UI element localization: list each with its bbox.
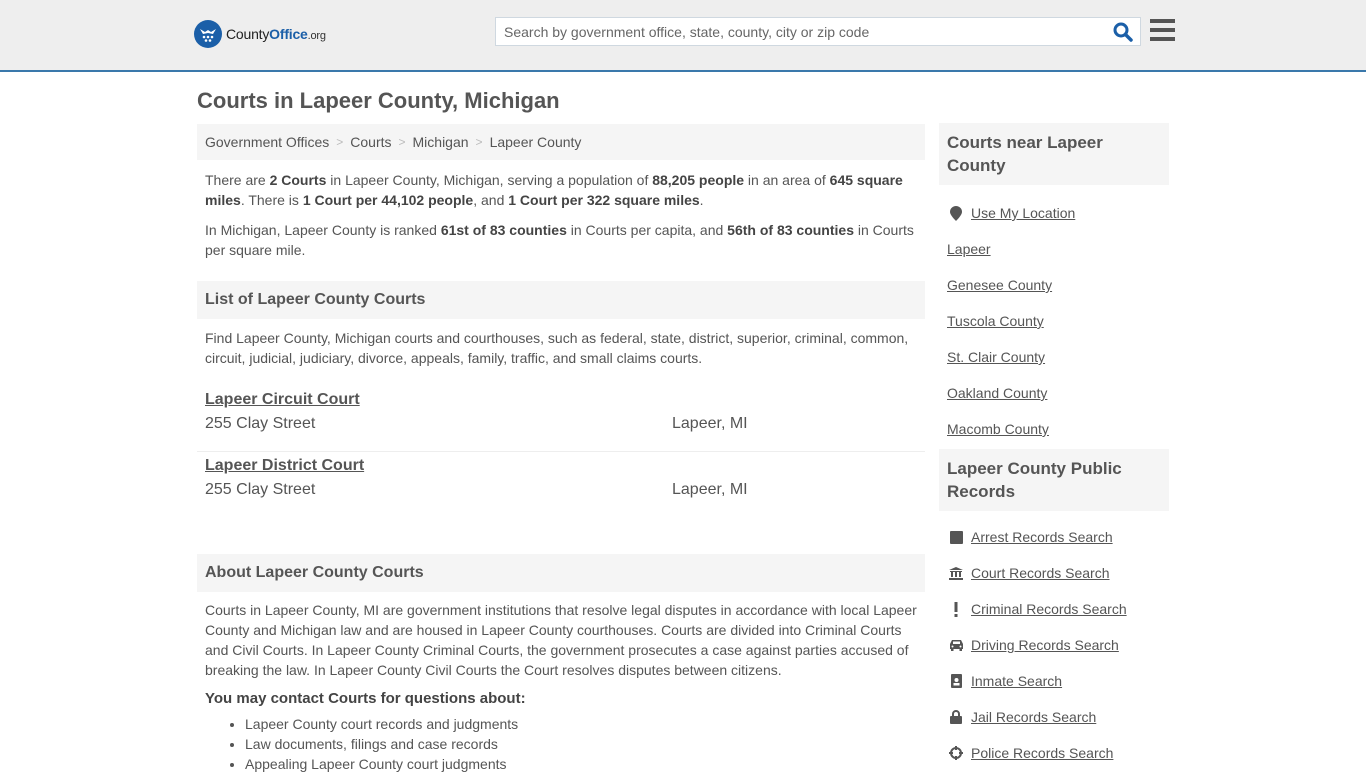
court-name-link[interactable]: Lapeer District Court — [205, 457, 364, 475]
court-address: 255 Clay Street — [205, 481, 316, 498]
breadcrumb: Government Offices > Courts > Michigan >… — [197, 124, 925, 160]
exclamation-icon — [947, 601, 965, 617]
main-content: Government Offices > Courts > Michigan >… — [197, 124, 925, 774]
breadcrumb-government-offices[interactable]: Government Offices — [205, 134, 329, 150]
court-name-link[interactable]: Lapeer Circuit Court — [205, 391, 360, 409]
site-header: CountyOffice.org — [0, 0, 1366, 72]
arrest-records-link[interactable]: Arrest Records Search — [971, 529, 1113, 545]
near-link-macomb-county[interactable]: Macomb County — [947, 421, 1049, 437]
near-link-genesee-county[interactable]: Genesee County — [947, 277, 1052, 293]
logo-text: CountyOffice.org — [226, 26, 326, 42]
record-item: Police Records Search — [939, 735, 1169, 771]
court-city: Lapeer, MI — [672, 415, 748, 432]
public-records-heading: Lapeer County Public Records — [939, 449, 1169, 511]
record-item: Court Records Search — [939, 555, 1169, 591]
near-item: St. Clair County — [939, 339, 1169, 375]
about-text: Courts in Lapeer County, MI are governme… — [205, 602, 917, 678]
near-item: Oakland County — [939, 375, 1169, 411]
contact-heading: You may contact Courts for questions abo… — [205, 690, 526, 707]
contact-item: Law documents, filings and case records — [245, 734, 925, 754]
court-address: 255 Clay Street — [205, 415, 316, 432]
criminal-records-link[interactable]: Criminal Records Search — [971, 601, 1127, 617]
contact-item: Appealing Lapeer County court judgments — [245, 754, 925, 774]
court-records-link[interactable]: Court Records Search — [971, 565, 1110, 581]
search-icon — [1113, 22, 1133, 42]
sidebar: Courts near Lapeer County Use My Locatio… — [939, 123, 1169, 771]
use-my-location-link[interactable]: Use My Location — [971, 205, 1075, 221]
breadcrumb-lapeer-county[interactable]: Lapeer County — [490, 134, 582, 150]
courthouse-icon — [947, 565, 965, 581]
summary-paragraph: There are 2 Courts in Lapeer County, Mic… — [205, 172, 903, 208]
breadcrumb-separator: > — [336, 135, 344, 149]
crosshairs-icon — [947, 745, 965, 761]
driving-records-link[interactable]: Driving Records Search — [971, 637, 1119, 653]
near-item: Genesee County — [939, 267, 1169, 303]
public-records-list: Arrest Records Search Court Records Sear… — [939, 519, 1169, 771]
search-button[interactable] — [1112, 21, 1134, 43]
near-link-oakland-county[interactable]: Oakland County — [947, 385, 1047, 401]
id-badge-icon — [947, 673, 965, 689]
record-item: Inmate Search — [939, 663, 1169, 699]
near-item: Macomb County — [939, 411, 1169, 447]
record-item: Arrest Records Search — [939, 519, 1169, 555]
near-link-lapeer[interactable]: Lapeer — [947, 241, 991, 257]
record-item: Driving Records Search — [939, 627, 1169, 663]
map-marker-icon — [947, 205, 965, 221]
about-section-heading: About Lapeer County Courts — [197, 554, 925, 592]
eagle-logo-icon — [194, 20, 222, 48]
search-box — [495, 17, 1141, 46]
court-item: Lapeer Circuit Court 255 Clay Street Lap… — [197, 386, 925, 451]
list-section-heading: List of Lapeer County Courts — [197, 281, 925, 319]
square-icon — [947, 529, 965, 545]
breadcrumb-courts[interactable]: Courts — [350, 134, 391, 150]
near-item: Tuscola County — [939, 303, 1169, 339]
lock-icon — [947, 709, 965, 725]
breadcrumb-michigan[interactable]: Michigan — [413, 134, 469, 150]
page-title: Courts in Lapeer County, Michigan — [197, 88, 560, 113]
inmate-search-link[interactable]: Inmate Search — [971, 673, 1062, 689]
record-item: Criminal Records Search — [939, 591, 1169, 627]
record-item: Jail Records Search — [939, 699, 1169, 735]
breadcrumb-separator: > — [398, 135, 406, 149]
contact-list: Lapeer County court records and judgment… — [197, 714, 925, 774]
courts-near-list: Use My Location Lapeer Genesee County Tu… — [939, 195, 1169, 447]
hamburger-menu-icon[interactable] — [1150, 19, 1175, 41]
car-icon — [947, 637, 965, 653]
near-link-st-clair-county[interactable]: St. Clair County — [947, 349, 1045, 365]
court-item: Lapeer District Court 255 Clay Street La… — [197, 451, 925, 516]
contact-item: Lapeer County court records and judgment… — [245, 714, 925, 734]
list-intro: Find Lapeer County, Michigan courts and … — [205, 330, 909, 366]
courts-near-heading: Courts near Lapeer County — [939, 123, 1169, 185]
jail-records-link[interactable]: Jail Records Search — [971, 709, 1096, 725]
use-location-item: Use My Location — [939, 195, 1169, 231]
near-link-tuscola-county[interactable]: Tuscola County — [947, 313, 1044, 329]
near-item: Lapeer — [939, 231, 1169, 267]
court-list: Lapeer Circuit Court 255 Clay Street Lap… — [197, 386, 925, 516]
court-city: Lapeer, MI — [672, 481, 748, 498]
search-input[interactable] — [496, 18, 1096, 45]
police-records-link[interactable]: Police Records Search — [971, 745, 1113, 761]
site-logo[interactable]: CountyOffice.org — [194, 20, 326, 48]
ranking-paragraph: In Michigan, Lapeer County is ranked 61s… — [205, 222, 914, 258]
breadcrumb-separator: > — [475, 135, 483, 149]
